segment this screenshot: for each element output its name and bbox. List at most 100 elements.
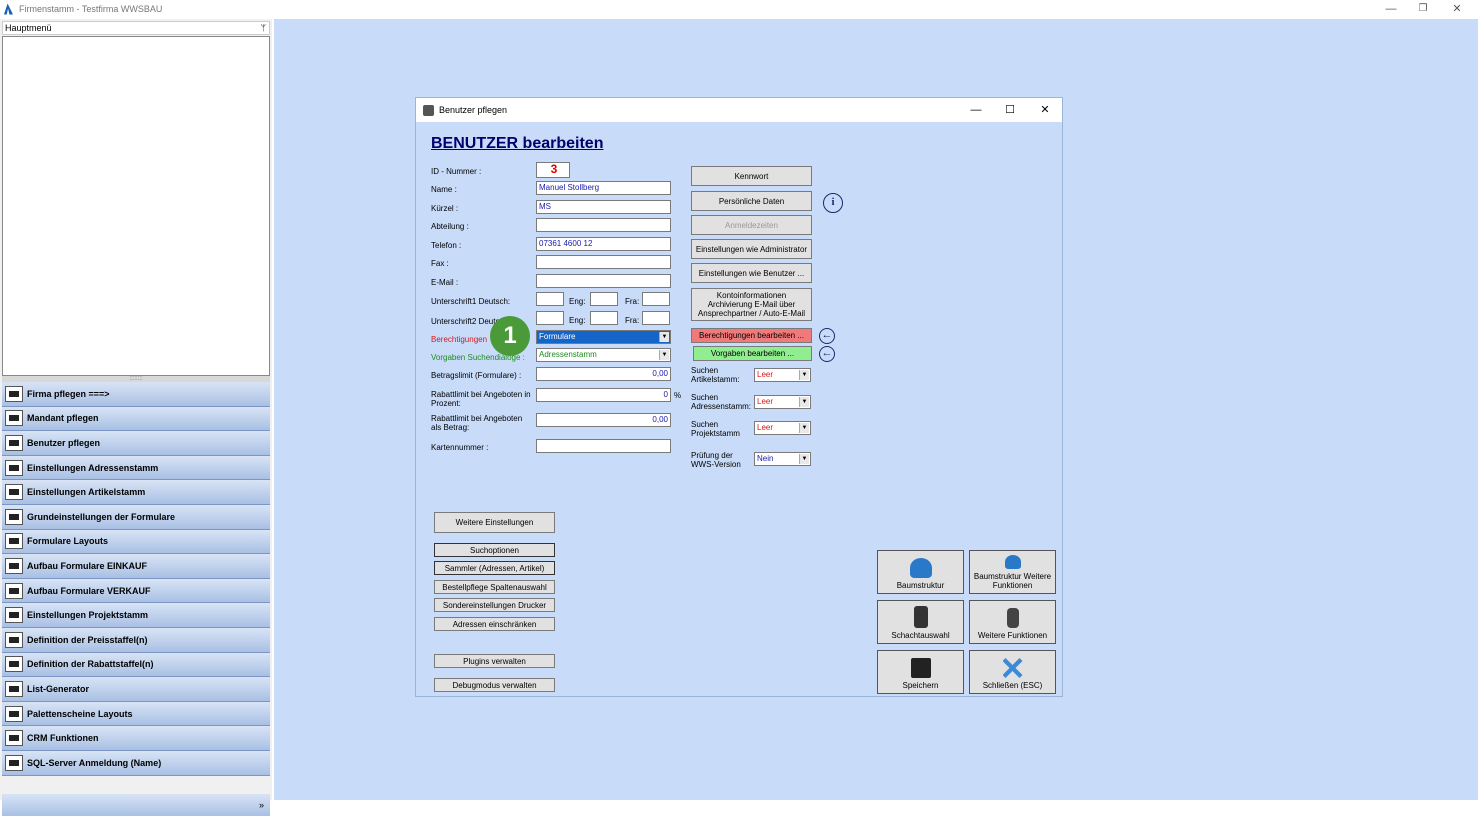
nav-item-benutzer[interactable]: Benutzer pflegen bbox=[2, 431, 270, 456]
nav-item-preisstaffel[interactable]: Definition der Preisstaffel(n) bbox=[2, 627, 270, 653]
discount-icon bbox=[5, 656, 23, 673]
close-button[interactable]: ✕ bbox=[1442, 1, 1472, 17]
schachtauswahl-button[interactable]: Schachtauswahl bbox=[877, 600, 964, 644]
main-menu-tree[interactable] bbox=[2, 36, 270, 376]
nav-item-firma[interactable]: Firma pflegen ===> bbox=[2, 382, 270, 407]
main-menu-panel: Hauptmenü ᛘ :::::::: Firma pflegen ===> … bbox=[0, 19, 272, 816]
schliessen-label: Schließen (ESC) bbox=[982, 681, 1043, 690]
minimize-button[interactable]: — bbox=[1376, 1, 1406, 17]
nav-item-formulare-layouts[interactable]: Formulare Layouts bbox=[2, 529, 270, 555]
speichern-button[interactable]: Speichern bbox=[877, 650, 964, 694]
einstellungen-wie-admin-button[interactable]: Einstellungen wie Administrator bbox=[691, 239, 812, 259]
dialog-minimize-button[interactable]: — bbox=[961, 102, 991, 118]
label-fra-2: Fra: bbox=[625, 316, 640, 325]
settings-document-icon bbox=[5, 508, 23, 525]
label-fax: Fax : bbox=[431, 259, 449, 268]
unterschrift1-eng-field[interactable] bbox=[590, 292, 618, 306]
unterschrift2-de-field[interactable] bbox=[536, 311, 564, 325]
nav-item-formulare-verkauf[interactable]: Aufbau Formulare VERKAUF bbox=[2, 578, 270, 604]
persoenliche-daten-button[interactable]: Persönliche Daten bbox=[691, 191, 812, 211]
betragslimit-field[interactable]: 0,00 bbox=[536, 367, 671, 381]
baumstruktur-button[interactable]: Baumstruktur bbox=[877, 550, 964, 594]
label-kartennummer: Kartennummer : bbox=[431, 443, 489, 452]
debugmodus-verwalten-button[interactable]: Debugmodus verwalten bbox=[434, 678, 555, 692]
telefon-field[interactable]: 07361 4600 12 bbox=[536, 237, 671, 251]
label-suchen-projekt: Suchen Projektstamm bbox=[691, 420, 740, 438]
nav-item-sql-server[interactable]: SQL-Server Anmeldung (Name) bbox=[2, 750, 270, 776]
baumstruktur-weitere-button[interactable]: Baumstruktur Weitere Funktionen bbox=[969, 550, 1056, 594]
abteilung-field[interactable] bbox=[536, 218, 671, 232]
nav-item-formulare-einkauf[interactable]: Aufbau Formulare EINKAUF bbox=[2, 554, 270, 579]
nav-item-projektstamm[interactable]: Einstellungen Projektstamm bbox=[2, 603, 270, 628]
restore-button[interactable]: ❐ bbox=[1408, 1, 1438, 17]
tree-icon bbox=[1004, 555, 1021, 569]
chevron-down-icon: ▼ bbox=[799, 454, 809, 464]
nav-expand-button[interactable]: » bbox=[2, 794, 270, 816]
vorgaben-bearbeiten-button[interactable]: Vorgaben bearbeiten ... bbox=[693, 346, 812, 361]
weitere-einstellungen-button[interactable]: Weitere Einstellungen bbox=[434, 512, 555, 533]
client-icon bbox=[5, 410, 23, 427]
nav-item-mandant[interactable]: Mandant pflegen bbox=[2, 406, 270, 432]
schliessen-button[interactable]: Schließen (ESC) bbox=[969, 650, 1056, 694]
server-icon bbox=[5, 754, 23, 771]
nav-item-grundeinstellungen[interactable]: Grundeinstellungen der Formulare bbox=[2, 504, 270, 530]
suchen-projekt-select[interactable]: Leer ▼ bbox=[754, 421, 811, 435]
kartennummer-field[interactable] bbox=[536, 439, 671, 453]
kuerzel-field[interactable]: MS bbox=[536, 200, 671, 214]
window-title: Firmenstamm - Testfirma WWSBAU bbox=[19, 4, 163, 14]
label-name: Name : bbox=[431, 185, 457, 194]
list-document-icon bbox=[5, 680, 23, 697]
pruefung-select[interactable]: Nein ▼ bbox=[754, 452, 811, 466]
suchen-adressen-value: Leer bbox=[757, 397, 774, 406]
fax-field[interactable] bbox=[536, 255, 671, 269]
nav-item-palettenscheine[interactable]: Palettenscheine Layouts bbox=[2, 701, 270, 727]
app-logo-icon bbox=[4, 3, 13, 15]
unterschrift1-de-field[interactable] bbox=[536, 292, 564, 306]
sammler-button[interactable]: Sammler (Adressen, Artikel) bbox=[434, 561, 555, 575]
adressen-einschraenken-button[interactable]: Adressen einschränken bbox=[434, 617, 555, 631]
bestellpflege-button[interactable]: Bestellpflege Spaltenauswahl bbox=[434, 580, 555, 594]
email-field[interactable] bbox=[536, 274, 671, 288]
sondereinstellungen-drucker-button[interactable]: Sondereinstellungen Drucker bbox=[434, 598, 555, 612]
rabatt-prozent-field[interactable]: 0 bbox=[536, 388, 671, 402]
suchoptionen-button[interactable]: Suchoptionen bbox=[434, 543, 555, 557]
pin-icon[interactable]: ᛘ bbox=[261, 22, 266, 34]
id-field[interactable]: 3 bbox=[536, 162, 570, 178]
nav-item-label: Mandant pflegen bbox=[27, 413, 99, 424]
einstellungen-wie-benutzer-button[interactable]: Einstellungen wie Benutzer ... bbox=[691, 263, 812, 283]
navigation-list: Firma pflegen ===> Mandant pflegen Benut… bbox=[2, 382, 270, 776]
weitere-funktionen-label: Weitere Funktionen bbox=[977, 631, 1048, 640]
plugins-verwalten-button[interactable]: Plugins verwalten bbox=[434, 654, 555, 668]
crm-monitor-icon bbox=[5, 730, 23, 747]
dialog-maximize-button[interactable]: ☐ bbox=[995, 102, 1025, 118]
dialog-close-button[interactable]: ✕ bbox=[1030, 102, 1060, 118]
berechtigungen-select[interactable]: Formulare ▼ bbox=[536, 330, 671, 344]
unterschrift1-fra-field[interactable] bbox=[642, 292, 670, 306]
nav-item-adressenstamm[interactable]: Einstellungen Adressenstamm bbox=[2, 455, 270, 481]
kennwort-button[interactable]: Kennwort bbox=[691, 166, 812, 186]
label-abteilung: Abteilung : bbox=[431, 222, 469, 231]
nav-item-crm[interactable]: CRM Funktionen bbox=[2, 726, 270, 751]
rabatt-betrag-field[interactable]: 0,00 bbox=[536, 413, 671, 427]
project-grid-icon bbox=[5, 607, 23, 624]
step-badge: 1 bbox=[490, 316, 530, 356]
berechtigungen-bearbeiten-button[interactable]: Berechtigungen bearbeiten ... bbox=[691, 328, 812, 343]
vorgaben-select[interactable]: Adressenstamm ▼ bbox=[536, 348, 671, 362]
inbox-download-icon bbox=[5, 557, 23, 574]
nav-item-artikelstamm[interactable]: Einstellungen Artikelstamm bbox=[2, 480, 270, 505]
suchen-adressen-select[interactable]: Leer ▼ bbox=[754, 395, 811, 409]
benutzer-pflegen-dialog: Benutzer pflegen — ☐ ✕ BENUTZER bearbeit… bbox=[415, 97, 1063, 697]
suchen-artikel-select[interactable]: Leer ▼ bbox=[754, 368, 811, 382]
nav-item-rabattstaffel[interactable]: Definition der Rabattstaffel(n) bbox=[2, 652, 270, 678]
weitere-funktionen-button[interactable]: Weitere Funktionen bbox=[969, 600, 1056, 644]
name-field[interactable]: Manuel Stollberg bbox=[536, 181, 671, 195]
label-rabatt-prozent: Rabattlimit bei Angeboten in Prozent: bbox=[431, 390, 531, 408]
nav-item-list-generator[interactable]: List-Generator bbox=[2, 677, 270, 702]
company-icon bbox=[5, 385, 23, 402]
unterschrift2-eng-field[interactable] bbox=[590, 311, 618, 325]
nav-item-label: Aufbau Formulare EINKAUF bbox=[27, 560, 148, 571]
nav-item-label: Einstellungen Projektstamm bbox=[27, 610, 149, 621]
info-icon[interactable]: i bbox=[823, 193, 843, 213]
kontoinformationen-button[interactable]: Kontoinformationen Archivierung E-Mail ü… bbox=[691, 288, 812, 321]
unterschrift2-fra-field[interactable] bbox=[642, 311, 670, 325]
